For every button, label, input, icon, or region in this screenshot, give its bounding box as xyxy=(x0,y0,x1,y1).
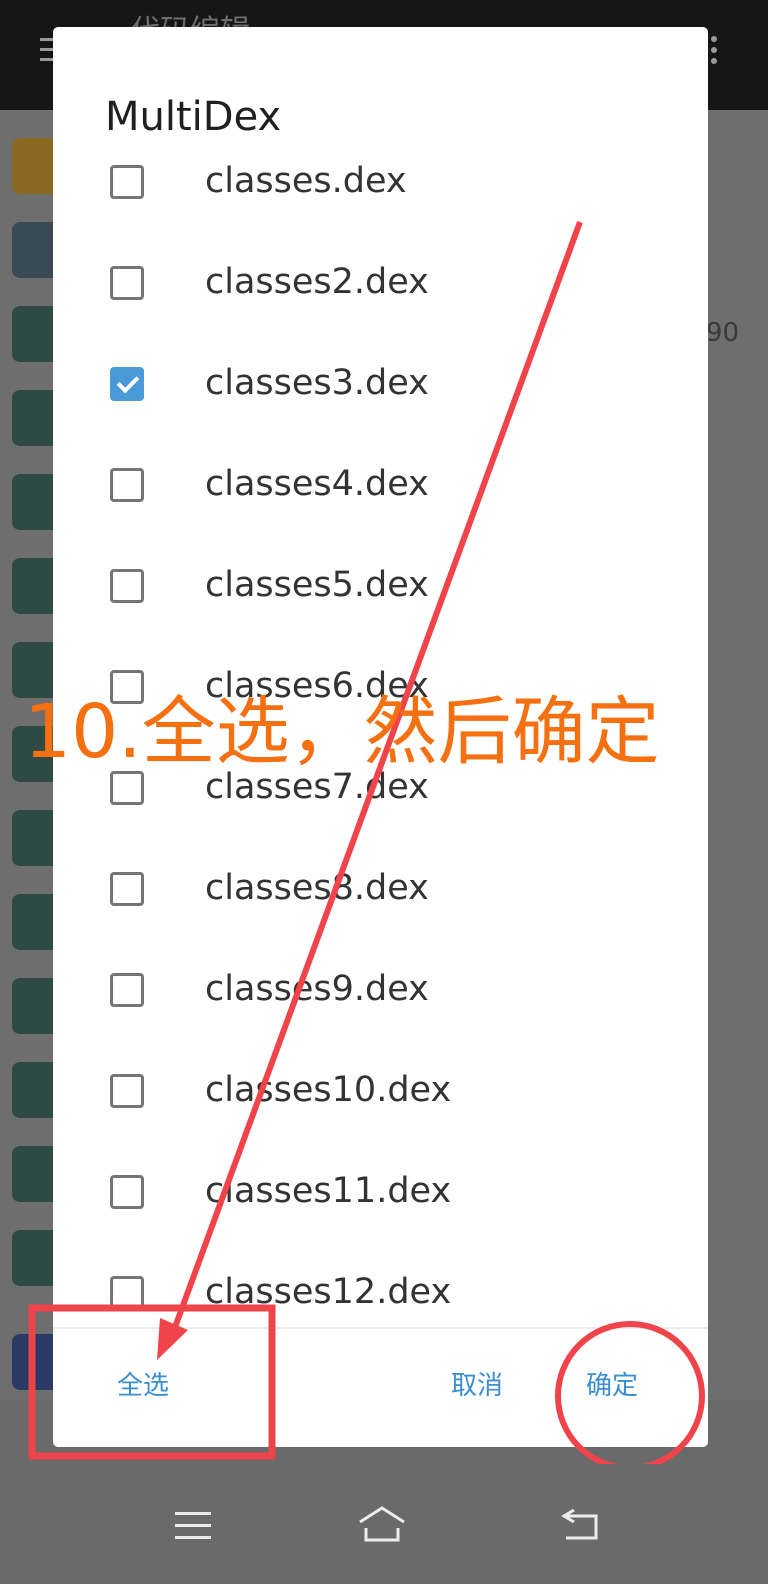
home-icon[interactable] xyxy=(356,1504,408,1544)
annotation-arrow-head xyxy=(157,1318,188,1360)
annotation-text: 10.全选，然后确定 xyxy=(24,689,660,775)
back-icon[interactable] xyxy=(560,1506,602,1542)
annotation-overlay xyxy=(28,220,705,1471)
system-nav-bar xyxy=(0,1464,768,1584)
annotation-rect xyxy=(28,1304,276,1460)
recents-icon[interactable] xyxy=(175,1512,211,1540)
annotation-circle xyxy=(555,1321,705,1471)
annotation-arrow-line xyxy=(171,220,583,1332)
